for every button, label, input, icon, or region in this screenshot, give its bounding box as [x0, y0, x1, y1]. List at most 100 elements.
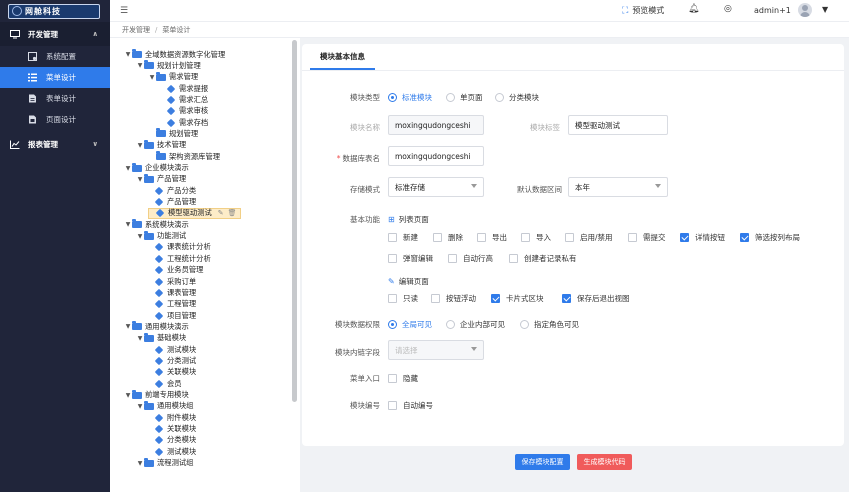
- permission-enterprise-radio[interactable]: 企业内部可见: [446, 319, 505, 330]
- tree-node[interactable]: ▼ 系统模块演示: [124, 219, 189, 230]
- caret-down-icon[interactable]: ▼: [124, 165, 132, 172]
- tree-node[interactable]: 关联模块: [148, 367, 196, 378]
- caret-down-icon[interactable]: ▼: [136, 142, 144, 149]
- caret-down-icon[interactable]: ▼: [136, 335, 144, 342]
- tree-node[interactable]: 分类模块: [148, 435, 196, 446]
- tree-node[interactable]: 关联模块: [148, 424, 196, 435]
- menu-entry-hidden-checkbox[interactable]: 隐藏: [388, 373, 418, 384]
- tree-node[interactable]: 业务员管理: [148, 265, 203, 276]
- module-type-single-page-radio[interactable]: 单页面: [446, 92, 483, 103]
- tree-node[interactable]: ▼ 需求管理: [148, 71, 198, 83]
- caret-down-icon[interactable]: ▼: [124, 323, 132, 330]
- default-range-select[interactable]: 本年: [568, 177, 668, 197]
- module-title-input[interactable]: 模型驱动测试: [568, 115, 668, 135]
- caret-down-icon[interactable]: ▼: [124, 51, 132, 58]
- tab-module-basic-info[interactable]: 模块基本信息: [310, 44, 375, 70]
- option-detail-button-checkbox[interactable]: 详情按钮: [680, 232, 725, 243]
- tree-node[interactable]: ▼ 前端专用模块: [124, 389, 189, 401]
- permission-role-radio[interactable]: 指定角色可见: [520, 319, 579, 330]
- tree-node[interactable]: ▼ 企业模块演示: [124, 162, 189, 174]
- menu-group-dev-manage[interactable]: 开发管理 ∧: [0, 22, 110, 46]
- caret-down-icon[interactable]: ▼: [148, 74, 156, 81]
- avatar[interactable]: [798, 3, 812, 17]
- option-floating-buttons-checkbox[interactable]: 按钮浮动: [431, 293, 476, 304]
- menu-group-report-manage[interactable]: 报表管理 ∨: [0, 132, 110, 156]
- module-type-category-radio[interactable]: 分类模块: [495, 92, 539, 103]
- tree-node[interactable]: 产品管理: [148, 197, 196, 208]
- preview-mode-button[interactable]: ⛶ 预览模式: [622, 5, 664, 16]
- tree-node[interactable]: 规划管理: [148, 128, 198, 139]
- sidebar-item-page-design[interactable]: 页面设计: [0, 109, 110, 130]
- option-filter-column-layout-checkbox[interactable]: 筛选按列布局: [740, 232, 800, 243]
- tree-node[interactable]: 工程管理: [148, 299, 196, 310]
- tree-node[interactable]: 会员: [148, 378, 182, 389]
- tree-node[interactable]: 需求存档: [160, 117, 208, 128]
- storage-mode-select[interactable]: 标准存储: [388, 177, 484, 197]
- tree-node[interactable]: ▼ 通用模块演示: [124, 321, 189, 332]
- option-card-blocks-checkbox[interactable]: 卡片式区块: [491, 293, 544, 304]
- tree-node[interactable]: 分类测试: [148, 355, 196, 366]
- tree-node[interactable]: ▼ 全域数据资源数字化管理: [124, 49, 225, 60]
- option-new-checkbox[interactable]: 新建: [388, 232, 418, 243]
- caret-down-icon[interactable]: ▼: [136, 62, 144, 69]
- caret-down-icon[interactable]: ▼: [136, 233, 144, 240]
- save-module-config-button[interactable]: 保存模块配置: [515, 454, 570, 470]
- tree-node[interactable]: 课表管理: [148, 287, 196, 298]
- option-popup-edit-checkbox[interactable]: 弹窗编辑: [388, 253, 433, 264]
- trash-icon[interactable]: 🗑︎: [228, 209, 237, 217]
- tree-node[interactable]: ▼ 功能测试: [136, 230, 186, 242]
- option-auto-row-height-checkbox[interactable]: 自动行高: [448, 253, 493, 264]
- link-field-select[interactable]: 请选择: [388, 340, 484, 360]
- edit-icon[interactable]: ✎: [218, 209, 224, 217]
- caret-down-icon[interactable]: ▼: [124, 392, 132, 399]
- caret-down-icon[interactable]: ▼: [136, 403, 144, 410]
- tree-node[interactable]: ▼ 技术管理: [136, 139, 186, 151]
- module-name-input[interactable]: moxingqudongceshi: [388, 115, 484, 135]
- caret-down-icon[interactable]: ▼: [124, 221, 132, 228]
- generate-module-code-button[interactable]: 生成模块代码: [577, 454, 632, 470]
- tree-node[interactable]: 架构资源库管理: [148, 151, 220, 162]
- sidebar-item-system-config[interactable]: 系统配置: [0, 46, 110, 67]
- option-export-checkbox[interactable]: 导出: [477, 232, 507, 243]
- option-import-checkbox[interactable]: 导入: [521, 232, 551, 243]
- option-need-submit-checkbox[interactable]: 需提交: [628, 232, 666, 243]
- caret-down-icon[interactable]: ▼: [822, 5, 828, 14]
- tree-node[interactable]: 模型驱动测试 ✎ 🗑︎: [148, 207, 241, 219]
- tree-node[interactable]: ▼ 基础模块: [136, 332, 186, 344]
- module-type-standard-radio[interactable]: 标准模块: [388, 92, 432, 103]
- sidebar-item-menu-design[interactable]: 菜单设计: [0, 67, 110, 88]
- checkbox-box: [388, 401, 397, 410]
- tree-node[interactable]: 需求审核: [160, 106, 208, 117]
- tree-node[interactable]: 项目管理: [148, 310, 196, 321]
- bell-icon[interactable]: 🔔︎: [688, 4, 699, 14]
- tree-node[interactable]: 测试模块: [148, 446, 196, 457]
- option-creator-private-checkbox[interactable]: 创建者记录私有: [509, 253, 577, 264]
- breadcrumb-item[interactable]: 开发管理: [122, 25, 150, 35]
- username[interactable]: admin+1: [754, 6, 791, 15]
- tree-node[interactable]: ▼ 通用模块组: [136, 400, 193, 412]
- module-code-auto-checkbox[interactable]: 自动编号: [388, 400, 433, 411]
- tree-node[interactable]: 测试模块: [148, 344, 196, 355]
- tree-node[interactable]: 需求提报: [160, 83, 208, 94]
- tree-node[interactable]: ▼ 产品管理: [136, 173, 186, 185]
- headset-icon[interactable]: ◎: [724, 4, 732, 14]
- tree-node[interactable]: 产品分类: [148, 185, 196, 196]
- option-enable-disable-checkbox[interactable]: 启用/禁用: [565, 232, 613, 243]
- option-readonly-checkbox[interactable]: 只读: [388, 293, 418, 304]
- menu-fold-icon[interactable]: ☰: [120, 6, 128, 16]
- caret-down-icon[interactable]: ▼: [136, 460, 144, 467]
- option-exit-after-save-checkbox[interactable]: 保存后退出视图: [562, 293, 630, 304]
- caret-down-icon[interactable]: ▼: [136, 176, 144, 183]
- tree-node[interactable]: 附件模块: [148, 412, 196, 423]
- tree-node[interactable]: 采购订单: [148, 276, 196, 287]
- tree-node[interactable]: 需求汇总: [160, 94, 208, 105]
- db-table-input[interactable]: moxingqudongceshi: [388, 146, 484, 166]
- permission-global-radio[interactable]: 全局可见: [388, 319, 432, 330]
- tree-node[interactable]: ▼ 流程测试组: [136, 457, 193, 469]
- tree-node[interactable]: 工程统计分析: [148, 253, 211, 264]
- tree-scrollbar[interactable]: [292, 40, 297, 402]
- tree-node[interactable]: ▼ 规划计划管理: [136, 60, 201, 71]
- sidebar-item-form-design[interactable]: 表单设计: [0, 88, 110, 109]
- tree-node[interactable]: 课表统计分析: [148, 242, 211, 253]
- option-delete-checkbox[interactable]: 删除: [433, 232, 463, 243]
